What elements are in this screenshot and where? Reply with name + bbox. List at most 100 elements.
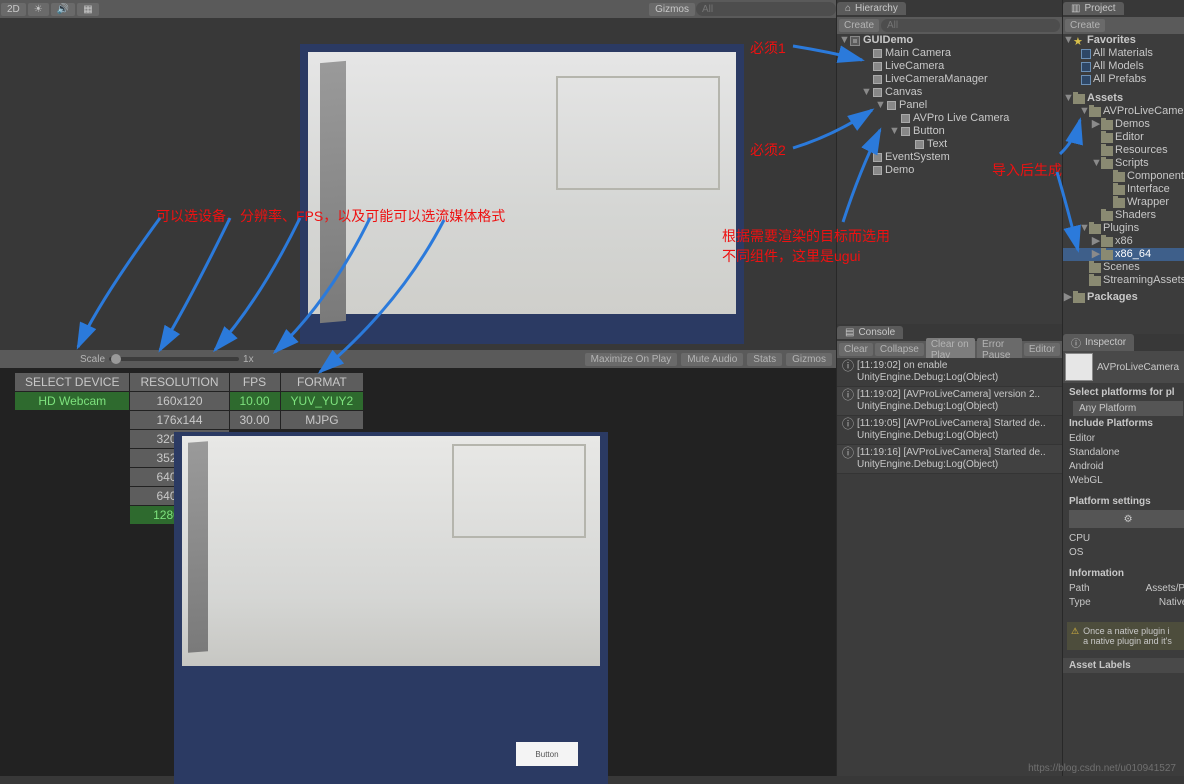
- project-item[interactable]: ▶x86_64: [1063, 248, 1184, 261]
- project-fav-item[interactable]: All Materials: [1063, 47, 1184, 60]
- project-favorites[interactable]: ▼★Favorites: [1063, 34, 1184, 47]
- console-log-row[interactable]: ⓘ[11:19:02] on enable UnityEngine.Debug:…: [837, 358, 1062, 387]
- cfg-header: FPS: [230, 373, 280, 391]
- game-canvas: Button: [174, 432, 608, 784]
- watermark: https://blog.csdn.net/u010941527: [1028, 763, 1176, 774]
- game-toolbar: Scale 1x Maximize On Play Mute Audio Sta…: [0, 350, 836, 368]
- console-log-row[interactable]: ⓘ[11:19:05] [AVProLiveCamera] Started de…: [837, 416, 1062, 445]
- project-assets[interactable]: ▼Assets: [1063, 92, 1184, 105]
- asset-name: AVProLiveCamera: [1097, 362, 1179, 373]
- stats-button[interactable]: Stats: [747, 353, 782, 366]
- inspector-header: AVProLiveCamera: [1063, 351, 1184, 383]
- platform-row[interactable]: Standalone: [1069, 446, 1184, 460]
- project-item[interactable]: ▼AVProLiveCamera: [1063, 105, 1184, 118]
- cfg-format[interactable]: MJPG: [281, 411, 364, 429]
- project-fav-item[interactable]: All Prefabs: [1063, 73, 1184, 86]
- project-tree[interactable]: ▼★FavoritesAll MaterialsAll ModelsAll Pr…: [1063, 34, 1184, 334]
- cfg-fps[interactable]: 30.00: [230, 411, 280, 429]
- project-packages[interactable]: ▶Packages: [1063, 291, 1184, 304]
- hierarchy-item[interactable]: ▼Canvas: [837, 86, 1062, 99]
- fx-icon[interactable]: ▦: [77, 3, 98, 16]
- project-item[interactable]: Scenes: [1063, 261, 1184, 274]
- scene-search-input[interactable]: [696, 2, 836, 16]
- scene-view[interactable]: [0, 18, 836, 350]
- platform-row[interactable]: Editor: [1069, 432, 1184, 446]
- hierarchy-item[interactable]: Demo: [837, 164, 1062, 177]
- hierarchy-tab[interactable]: ⌂Hierarchy: [837, 2, 906, 15]
- scale-value: 1x: [243, 354, 254, 365]
- mode-2d-button[interactable]: 2D: [1, 3, 26, 16]
- asset-labels-header[interactable]: Asset Labels: [1063, 658, 1184, 673]
- hierarchy-create-button[interactable]: Create: [839, 19, 879, 32]
- project-item[interactable]: ▼Plugins: [1063, 222, 1184, 235]
- console-log-list[interactable]: ⓘ[11:19:02] on enable UnityEngine.Debug:…: [837, 358, 1062, 776]
- info-icon: ⓘ: [839, 418, 857, 430]
- platforms-title: Select platforms for pl: [1069, 387, 1184, 398]
- cfg-resolution[interactable]: 176x144: [130, 411, 228, 429]
- hierarchy-item[interactable]: ▼Panel: [837, 99, 1062, 112]
- maximize-button[interactable]: Maximize On Play: [585, 353, 678, 366]
- platform-row[interactable]: Android: [1069, 460, 1184, 474]
- hierarchy-search-input[interactable]: [881, 19, 1060, 32]
- cpu-label: CPU: [1069, 532, 1090, 546]
- hierarchy-item[interactable]: Main Camera: [837, 47, 1062, 60]
- hierarchy-tree[interactable]: ▼GUIDemoMain CameraLiveCameraLiveCameraM…: [837, 34, 1062, 324]
- gizmos-dropdown[interactable]: Gizmos: [649, 3, 695, 16]
- project-item[interactable]: Wrapper: [1063, 196, 1184, 209]
- project-item[interactable]: ▶x86: [1063, 235, 1184, 248]
- project-item[interactable]: Shaders: [1063, 209, 1184, 222]
- cfg-header: SELECT DEVICE: [15, 373, 129, 391]
- project-create-button[interactable]: Create: [1065, 19, 1105, 32]
- project-item[interactable]: Interface: [1063, 183, 1184, 196]
- hierarchy-item[interactable]: EventSystem: [837, 151, 1062, 164]
- project-item[interactable]: Components: [1063, 170, 1184, 183]
- warning-icon: ⚠: [1071, 626, 1079, 646]
- hierarchy-item[interactable]: LiveCamera: [837, 60, 1062, 73]
- scene-video-preview: [308, 52, 736, 314]
- os-label: OS: [1069, 546, 1083, 560]
- project-item[interactable]: ▶Demos: [1063, 118, 1184, 131]
- native-plugin-warning: ⚠ Once a native plugin i a native plugin…: [1067, 622, 1184, 650]
- project-tab[interactable]: ▥Project: [1063, 2, 1124, 15]
- console-clear-button[interactable]: Clear: [839, 343, 873, 356]
- platform-settings-icon[interactable]: ⚙: [1069, 510, 1184, 528]
- type-value: Native: [1159, 596, 1184, 610]
- cfg-fps[interactable]: 10.00: [230, 392, 280, 410]
- info-icon: ⓘ: [839, 360, 857, 372]
- console-log-row[interactable]: ⓘ[11:19:02] [AVProLiveCamera] version 2.…: [837, 387, 1062, 416]
- ui-button[interactable]: Button: [516, 742, 578, 766]
- platform-row[interactable]: WebGL: [1069, 474, 1184, 488]
- type-key: Type: [1069, 596, 1091, 610]
- hierarchy-item[interactable]: ▼Button: [837, 125, 1062, 138]
- game-gizmos-button[interactable]: Gizmos: [786, 353, 832, 366]
- hierarchy-item[interactable]: Text: [837, 138, 1062, 151]
- project-item[interactable]: Editor: [1063, 131, 1184, 144]
- hierarchy-tab-bar: ⌂Hierarchy: [837, 0, 1062, 17]
- project-fav-item[interactable]: All Models: [1063, 60, 1184, 73]
- console-tab[interactable]: ▤Console: [837, 326, 903, 339]
- cfg-device-selected[interactable]: HD Webcam: [15, 392, 129, 410]
- scale-slider[interactable]: [109, 357, 239, 361]
- hierarchy-toolbar: Create: [837, 17, 1062, 34]
- path-value: Assets/Pl: [1146, 582, 1184, 596]
- audio-icon[interactable]: 🔊: [51, 3, 75, 16]
- hierarchy-item[interactable]: LiveCameraManager: [837, 73, 1062, 86]
- hierarchy-scene-row[interactable]: ▼GUIDemo: [837, 34, 1062, 47]
- console-collapse-button[interactable]: Collapse: [875, 343, 924, 356]
- light-icon[interactable]: ☀: [28, 3, 49, 16]
- any-platform-row[interactable]: Any Platform: [1073, 401, 1183, 416]
- info-icon: ⓘ: [839, 389, 857, 401]
- cfg-header: RESOLUTION: [130, 373, 228, 391]
- cfg-resolution[interactable]: 160x120: [130, 392, 228, 410]
- console-log-row[interactable]: ⓘ[11:19:16] [AVProLiveCamera] Started de…: [837, 445, 1062, 474]
- mute-button[interactable]: Mute Audio: [681, 353, 743, 366]
- game-view[interactable]: SELECT DEVICERESOLUTIONFPSFORMATHD Webca…: [0, 368, 836, 776]
- project-item[interactable]: ▼Scripts: [1063, 157, 1184, 170]
- project-item[interactable]: Resources: [1063, 144, 1184, 157]
- hierarchy-item[interactable]: AVPro Live Camera: [837, 112, 1062, 125]
- scale-label: Scale: [80, 354, 105, 365]
- project-item[interactable]: StreamingAssets: [1063, 274, 1184, 287]
- inspector-tab[interactable]: ⓘInspector: [1063, 334, 1134, 351]
- cfg-format[interactable]: YUV_YUY2: [281, 392, 364, 410]
- console-editor-button[interactable]: Editor: [1024, 343, 1060, 356]
